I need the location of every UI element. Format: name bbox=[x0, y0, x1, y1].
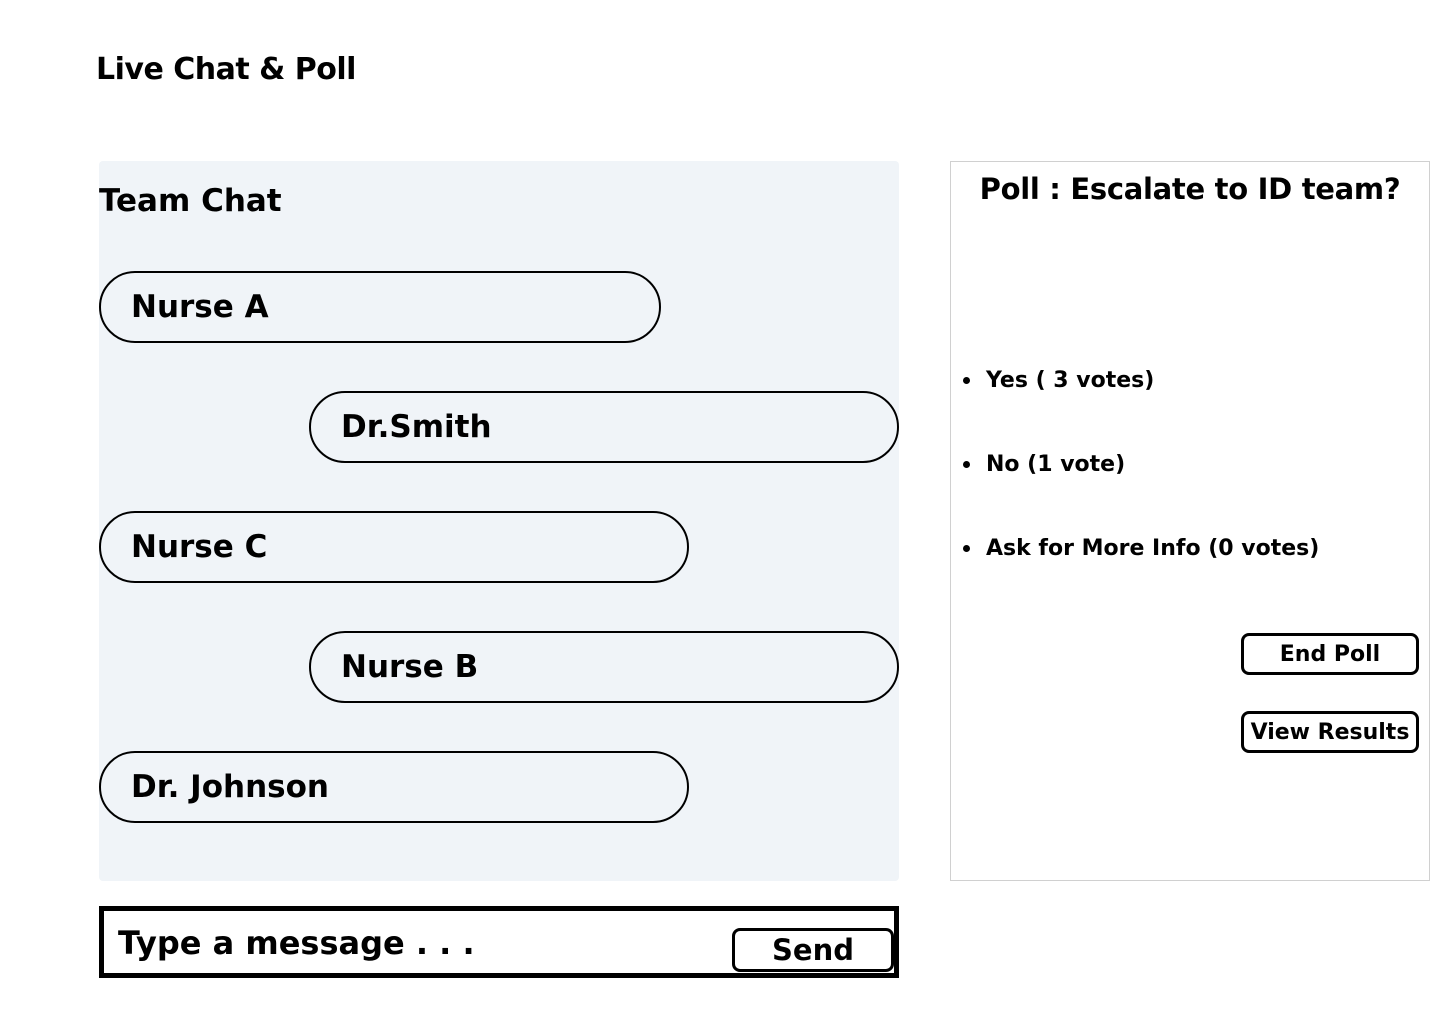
poll-title: Poll : Escalate to ID team? bbox=[979, 172, 1401, 206]
team-chat-panel: Team Chat Nurse A Dr.Smith Nurse C Nurse… bbox=[99, 161, 899, 881]
bullet-icon bbox=[963, 461, 970, 468]
poll-panel: Poll : Escalate to ID team? Yes ( 3 vote… bbox=[950, 161, 1430, 881]
chat-message[interactable]: Nurse B bbox=[309, 631, 899, 703]
poll-option-label: Ask for More Info (0 votes) bbox=[986, 536, 1320, 561]
poll-option[interactable]: Ask for More Info (0 votes) bbox=[963, 536, 1319, 561]
chat-message[interactable]: Dr.Smith bbox=[309, 391, 899, 463]
message-sender: Nurse C bbox=[131, 529, 268, 565]
chat-message[interactable]: Nurse A bbox=[99, 271, 661, 343]
bullet-icon bbox=[963, 545, 970, 552]
message-sender: Nurse B bbox=[341, 649, 479, 685]
send-button[interactable]: Send bbox=[732, 928, 894, 972]
page-title: Live Chat & Poll bbox=[96, 52, 356, 87]
message-sender: Dr.Smith bbox=[341, 409, 492, 445]
poll-option[interactable]: Yes ( 3 votes) bbox=[963, 368, 1154, 393]
bullet-icon bbox=[963, 377, 970, 384]
chat-message[interactable]: Nurse C bbox=[99, 511, 689, 583]
end-poll-button[interactable]: End Poll bbox=[1241, 633, 1419, 675]
poll-option-label: Yes ( 3 votes) bbox=[986, 368, 1155, 393]
poll-option-label: No (1 vote) bbox=[986, 452, 1126, 477]
message-composer: Send bbox=[99, 906, 899, 978]
chat-title: Team Chat bbox=[99, 183, 282, 219]
page: Live Chat & Poll Team Chat Nurse A Dr.Sm… bbox=[0, 0, 1440, 1024]
view-results-button[interactable]: View Results bbox=[1241, 711, 1419, 753]
chat-message[interactable]: Dr. Johnson bbox=[99, 751, 689, 823]
message-sender: Nurse A bbox=[131, 289, 269, 325]
poll-option[interactable]: No (1 vote) bbox=[963, 452, 1125, 477]
message-sender: Dr. Johnson bbox=[131, 769, 329, 805]
message-input[interactable] bbox=[118, 921, 718, 965]
